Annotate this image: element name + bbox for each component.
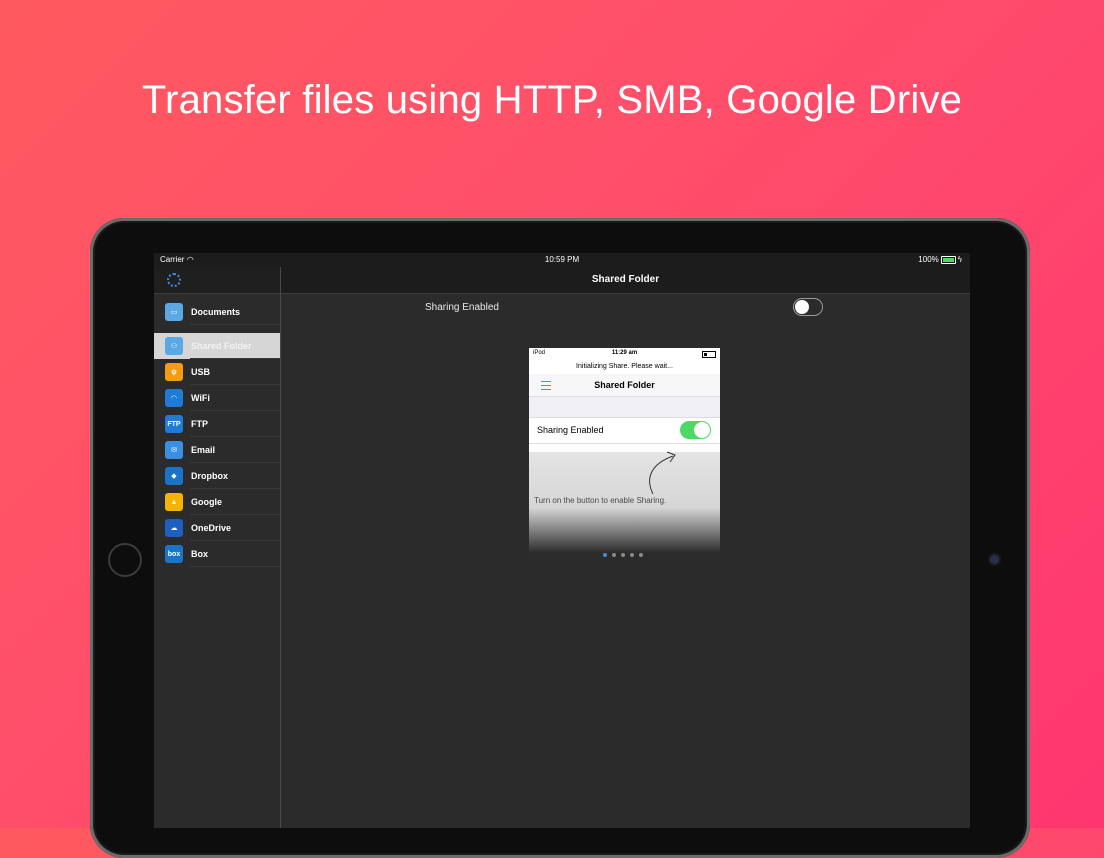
- status-battery: 100% ϟ: [918, 253, 962, 267]
- page-dot[interactable]: [603, 553, 607, 557]
- preview-nav-bar: Shared Folder: [529, 374, 720, 397]
- sidebar-item-email[interactable]: ✉ Email: [154, 437, 280, 463]
- sharing-toggle[interactable]: [793, 298, 823, 316]
- mail-icon: ✉: [165, 441, 183, 459]
- onedrive-icon: ☁: [165, 519, 183, 537]
- sidebar-item-ftp[interactable]: FTP FTP: [154, 411, 280, 437]
- preview-init-text: Initializing Share. Please wait...: [576, 363, 673, 370]
- dropbox-icon: ◆: [165, 467, 183, 485]
- page-indicator[interactable]: [603, 553, 643, 557]
- page-dot[interactable]: [639, 553, 643, 557]
- headline: Transfer files using HTTP, SMB, Google D…: [141, 78, 963, 122]
- sidebar-item-label: WiFi: [191, 393, 210, 403]
- sidebar-item-label: Box: [191, 549, 209, 559]
- page-dot[interactable]: [621, 553, 625, 557]
- preview-gap: [529, 397, 720, 418]
- usb-icon: ψ: [165, 363, 183, 381]
- preview-sharing-row: Sharing Enabled: [529, 418, 720, 444]
- page-dot[interactable]: [612, 553, 616, 557]
- gear-icon[interactable]: [167, 273, 181, 287]
- ftp-icon: FTP: [165, 415, 183, 433]
- people-icon: ⚇: [165, 337, 183, 355]
- preview-body: Turn on the button to enable Sharing.: [529, 451, 720, 553]
- menu-icon: [541, 381, 551, 390]
- home-button[interactable]: [108, 543, 142, 577]
- sidebar-item-google[interactable]: ▲ Google: [154, 489, 280, 515]
- sidebar-item-onedrive[interactable]: ☁ OneDrive: [154, 515, 280, 541]
- battery-percent: 100%: [918, 255, 939, 264]
- sidebar-item-wifi[interactable]: ◠ WiFi: [154, 385, 280, 411]
- page-title: Shared Folder: [281, 267, 970, 294]
- arrow-icon: [649, 451, 676, 495]
- sidebar-item-usb[interactable]: ψ USB: [154, 359, 280, 385]
- charging-icon: ϟ: [957, 255, 962, 264]
- camera-icon: [990, 555, 999, 564]
- app-screen: Carrier ◠ 10:59 PM 100% ϟ ▭ Documents ⚇ Shar…: [154, 253, 970, 828]
- sidebar: ▭ Documents ⚇ Shared Folder ψ USB ◠ WiFi FTP FTP ✉…: [154, 267, 281, 828]
- page-dot[interactable]: [630, 553, 634, 557]
- sidebar-item-label: FTP: [191, 419, 208, 429]
- sidebar-item-label: Dropbox: [191, 471, 228, 481]
- sidebar-item-dropbox[interactable]: ◆ Dropbox: [154, 463, 280, 489]
- sidebar-item-box[interactable]: box Box: [154, 541, 280, 567]
- box-icon: box: [165, 545, 183, 563]
- preview-hint: Turn on the button to enable Sharing.: [534, 496, 667, 505]
- sidebar-header: [154, 267, 280, 294]
- preview-title: Shared Folder: [594, 380, 655, 390]
- google-drive-icon: ▲: [165, 493, 183, 511]
- sidebar-item-label: Google: [191, 497, 222, 507]
- sidebar-item-documents[interactable]: ▭ Documents: [154, 299, 280, 325]
- preview-toggle-on: [680, 421, 711, 439]
- sidebar-nav: ▭ Documents ⚇ Shared Folder ψ USB ◠ WiFi FTP FTP ✉…: [154, 299, 280, 567]
- sidebar-item-shared-folder[interactable]: ⚇ Shared Folder: [154, 333, 280, 359]
- sidebar-item-label: USB: [191, 367, 211, 377]
- battery-icon: [940, 256, 956, 264]
- wifi-icon: ◠: [165, 389, 183, 407]
- sharing-label: Sharing Enabled: [425, 302, 499, 313]
- preview-time: 11:29 am: [611, 350, 638, 356]
- sidebar-item-label: Shared Folder: [191, 341, 252, 351]
- sidebar-item-label: Email: [191, 445, 216, 455]
- preview-row-label: Sharing Enabled: [537, 425, 604, 435]
- preview-status-bar: iPod 11:29 am: [529, 348, 720, 359]
- status-time: 10:59 PM: [544, 255, 580, 264]
- sidebar-item-label: OneDrive: [191, 523, 232, 533]
- sidebar-item-label: Documents: [191, 307, 241, 317]
- sharing-row: Sharing Enabled: [281, 294, 970, 322]
- tutorial-preview: iPod 11:29 am Initializing Share. Please…: [529, 348, 720, 553]
- status-bar: Carrier ◠ 10:59 PM 100% ϟ: [154, 253, 970, 267]
- preview-battery-icon: [702, 351, 716, 358]
- folder-icon: ▭: [165, 303, 183, 321]
